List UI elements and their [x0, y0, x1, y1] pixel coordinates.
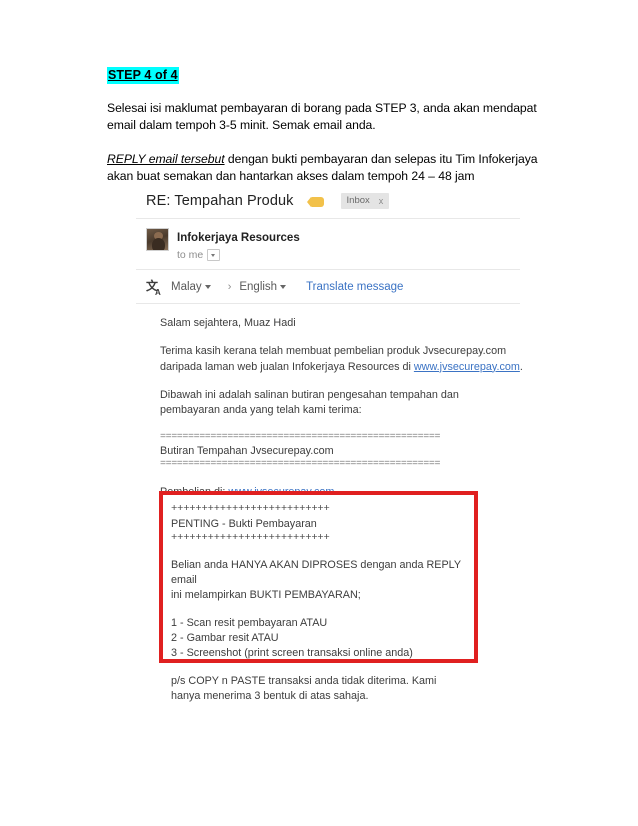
important-notice-line1: Belian anda HANYA AKAN DIPROSES dengan a… [171, 558, 461, 586]
important-ps: p/s COPY n PASTE transaksi anda tidak di… [171, 674, 474, 705]
jvsecurepay-link-1[interactable]: www.jvsecurepay.com [414, 361, 520, 373]
document-text-block: STEP 4 of 4 Selesai isi maklumat pembaya… [107, 66, 547, 185]
body-intro-line2: pembayaran anda yang telah kami terima: [160, 404, 362, 417]
translate-arrow-icon: › [227, 280, 232, 293]
body-thanks-line2-suffix: . [519, 360, 523, 373]
sender-name[interactable]: Infokerjaya Resources [177, 232, 300, 244]
body-thanks-line2-prefix: daripada laman web jualan Infokerjaya Re… [160, 360, 414, 373]
plus-separator-bottom: ++++++++++++++++++++++++++ [171, 531, 330, 544]
important-notice-box: ++++++++++++++++++++++++++ PENTING - Buk… [159, 491, 478, 702]
translate-icon: 文 A [146, 278, 163, 297]
inbox-label-chip[interactable]: Inbox x [340, 193, 390, 209]
separator-middle: ========================================… [160, 459, 441, 471]
chevron-down-icon-target [280, 284, 287, 289]
page-title: STEP 4 of 4 [107, 67, 179, 84]
sender-info: Infokerjaya Resources to me [177, 228, 300, 261]
source-language-dropdown[interactable]: Malay [171, 281, 211, 293]
avatar [146, 228, 169, 251]
instruction-paragraph-1: Selesai isi maklumat pembayaran di boran… [107, 101, 537, 133]
body-thanks: Terima kasih kerana telah membuat pembel… [160, 344, 526, 375]
target-language-label: English [239, 280, 278, 293]
source-language-label: Malay [171, 280, 202, 293]
recipient-text: to me [177, 249, 204, 261]
gmail-screenshot: RE: Tempahan Produk Inbox x Infokerjaya … [136, 193, 526, 526]
important-title: PENTING - Bukti Pembayaran [171, 517, 317, 530]
important-notice-line2: ini melampirkan BUKTI PEMBAYARAN; [171, 589, 361, 602]
instruction-paragraph-2: REPLY email tersebut dengan bukti pembay… [107, 151, 547, 186]
order-details-title: Butiran Tempahan Jvsecurepay.com [160, 445, 334, 458]
translate-message-link[interactable]: Translate message [306, 281, 403, 293]
list-item: 2 - Gambar resit ATAU [171, 631, 279, 644]
translate-bar: 文 A Malay › English Translate message [136, 270, 526, 303]
body-thanks-line1: Terima kasih kerana telah membuat pembel… [160, 345, 507, 358]
email-subject-row: RE: Tempahan Produk Inbox x [136, 193, 526, 218]
body-intro: Dibawah ini adalah salinan butiran penge… [160, 388, 526, 419]
plus-separator-top: ++++++++++++++++++++++++++ [171, 503, 330, 515]
chevron-down-icon[interactable] [207, 249, 221, 261]
remove-label-icon[interactable]: x [379, 196, 384, 206]
email-sender-row: Infokerjaya Resources to me [136, 219, 526, 269]
separator-top: ========================================… [160, 431, 441, 443]
translate-icon-sub: A [155, 288, 161, 297]
body-intro-line1: Dibawah ini adalah salinan butiran penge… [160, 388, 459, 401]
chevron-down-icon-source [204, 284, 211, 289]
email-subject: RE: Tempahan Produk [146, 193, 294, 209]
recipient-line: to me [177, 249, 300, 261]
inbox-label-text: Inbox [346, 195, 370, 206]
label-flag-icon[interactable] [306, 197, 324, 207]
important-ps-line2: hanya menerima 3 bentuk di atas sahaja. [171, 689, 369, 702]
proof-options-list: 1 - Scan resit pembayaran ATAU 2 - Gamba… [171, 616, 474, 662]
important-notice: Belian anda HANYA AKAN DIPROSES dengan a… [171, 558, 474, 604]
target-language-dropdown[interactable]: English [239, 280, 287, 293]
list-item: 3 - Screenshot (print screen transaksi o… [171, 647, 413, 660]
body-greeting: Salam sejahtera, Muaz Hadi [160, 317, 296, 329]
list-item: 1 - Scan resit pembayaran ATAU [171, 616, 328, 629]
important-ps-line1: p/s COPY n PASTE transaksi anda tidak di… [171, 674, 437, 687]
reply-emphasis-text: REPLY email tersebut [107, 151, 225, 166]
